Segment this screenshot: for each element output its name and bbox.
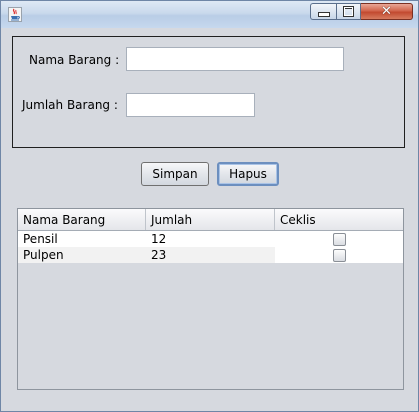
simpan-button[interactable]: Simpan — [141, 162, 209, 186]
window-controls: ✕ — [310, 3, 413, 22]
close-icon: ✕ — [381, 4, 392, 19]
java-cup-icon — [8, 7, 22, 22]
table-header: Nama Barang Jumlah Ceklis — [18, 209, 403, 231]
maximize-icon — [343, 6, 354, 17]
minimize-button[interactable] — [310, 3, 336, 20]
cell-ceklis — [275, 247, 403, 263]
app-window: ✕ Nama Barang : Jumlah Barang : Simpan H… — [0, 0, 419, 412]
input-panel: Nama Barang : Jumlah Barang : — [12, 36, 405, 148]
minimize-icon — [317, 12, 330, 17]
table-row[interactable]: Pensil 12 — [18, 231, 403, 247]
hapus-button[interactable]: Hapus — [217, 162, 279, 186]
content-pane: Nama Barang : Jumlah Barang : Simpan Hap… — [8, 28, 411, 404]
column-header-jumlah[interactable]: Jumlah — [146, 209, 275, 230]
cell-nama[interactable]: Pulpen — [18, 247, 146, 263]
cell-jumlah[interactable]: 12 — [146, 231, 275, 247]
column-header-ceklis[interactable]: Ceklis — [275, 209, 403, 230]
table-body: Pensil 12 Pulpen 23 — [18, 231, 403, 263]
barang-table: Nama Barang Jumlah Ceklis Pensil 12 Pulp… — [17, 208, 404, 390]
nama-barang-input[interactable] — [126, 47, 344, 71]
column-header-nama[interactable]: Nama Barang — [18, 209, 146, 230]
cell-nama[interactable]: Pensil — [18, 231, 146, 247]
ceklis-checkbox[interactable] — [332, 232, 346, 246]
close-button[interactable]: ✕ — [361, 3, 413, 20]
maximize-button[interactable] — [336, 3, 361, 20]
title-bar[interactable]: ✕ — [1, 1, 418, 28]
table-row[interactable]: Pulpen 23 — [18, 247, 403, 263]
ceklis-checkbox[interactable] — [332, 248, 346, 262]
jumlah-barang-input[interactable] — [126, 93, 255, 117]
jumlah-barang-label: Jumlah Barang : — [22, 98, 118, 112]
cell-jumlah[interactable]: 23 — [146, 247, 275, 263]
cell-ceklis — [275, 231, 403, 247]
nama-barang-label: Nama Barang : — [29, 53, 120, 67]
